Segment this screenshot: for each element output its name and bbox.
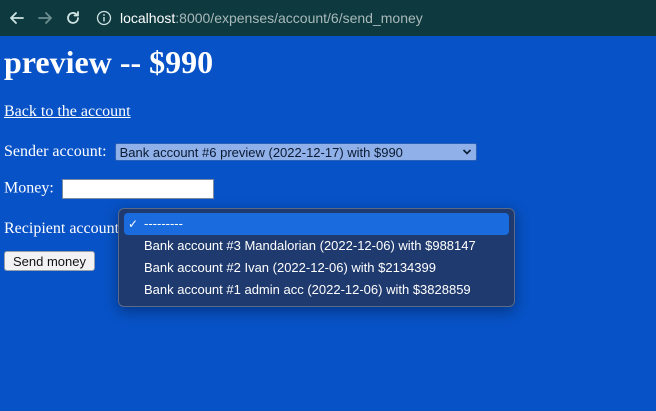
chevron-down-icon [462, 149, 471, 155]
sender-selected-value: Bank account #6 preview (2022-12-17) wit… [119, 145, 403, 161]
url-path: :8000/expenses/account/6/send_money [175, 10, 423, 26]
dropdown-option[interactable]: Bank account #1 admin acc (2022-12-06) w… [124, 279, 509, 301]
recipient-row: Recipient account [4, 215, 131, 238]
forward-arrow-icon[interactable] [34, 7, 56, 29]
sender-row: Sender account: Bank account #6 preview … [4, 143, 477, 162]
money-input[interactable] [61, 179, 214, 199]
sender-label: Sender account: [4, 143, 107, 160]
dropdown-option[interactable]: ✓ --------- [124, 213, 509, 235]
money-label: Money: [4, 179, 54, 197]
recipient-dropdown-menu: ✓ --------- Bank account #3 Mandalorian … [118, 208, 515, 307]
address-bar[interactable]: localhost:8000/expenses/account/6/send_m… [96, 5, 648, 31]
page-content: preview -- $990 Back to the account Send… [0, 36, 656, 411]
url-host: localhost [120, 10, 176, 26]
recipient-label: Recipient account [4, 220, 120, 237]
dropdown-option-label: Bank account #2 Ivan (2022-12-06) with $… [144, 260, 436, 275]
info-icon[interactable] [96, 10, 112, 26]
reload-icon[interactable] [62, 7, 84, 29]
dropdown-option-label: Bank account #3 Mandalorian (2022-12-06)… [144, 238, 476, 253]
page-title: preview -- $990 [4, 44, 214, 80]
dropdown-option[interactable]: Bank account #2 Ivan (2022-12-06) with $… [124, 257, 509, 279]
dropdown-option[interactable]: Bank account #3 Mandalorian (2022-12-06)… [124, 235, 509, 257]
browser-toolbar: localhost:8000/expenses/account/6/send_m… [0, 0, 656, 36]
checkmark-icon: ✓ [128, 217, 139, 231]
money-row: Money: [4, 179, 214, 199]
back-arrow-icon[interactable] [6, 7, 28, 29]
send-money-button[interactable]: Send money [4, 251, 95, 271]
dropdown-option-label: Bank account #1 admin acc (2022-12-06) w… [144, 282, 471, 297]
back-to-account-link[interactable]: Back to the account [4, 103, 131, 121]
sender-account-select[interactable]: Bank account #6 preview (2022-12-17) wit… [114, 143, 477, 162]
dropdown-option-label: --------- [144, 216, 183, 231]
